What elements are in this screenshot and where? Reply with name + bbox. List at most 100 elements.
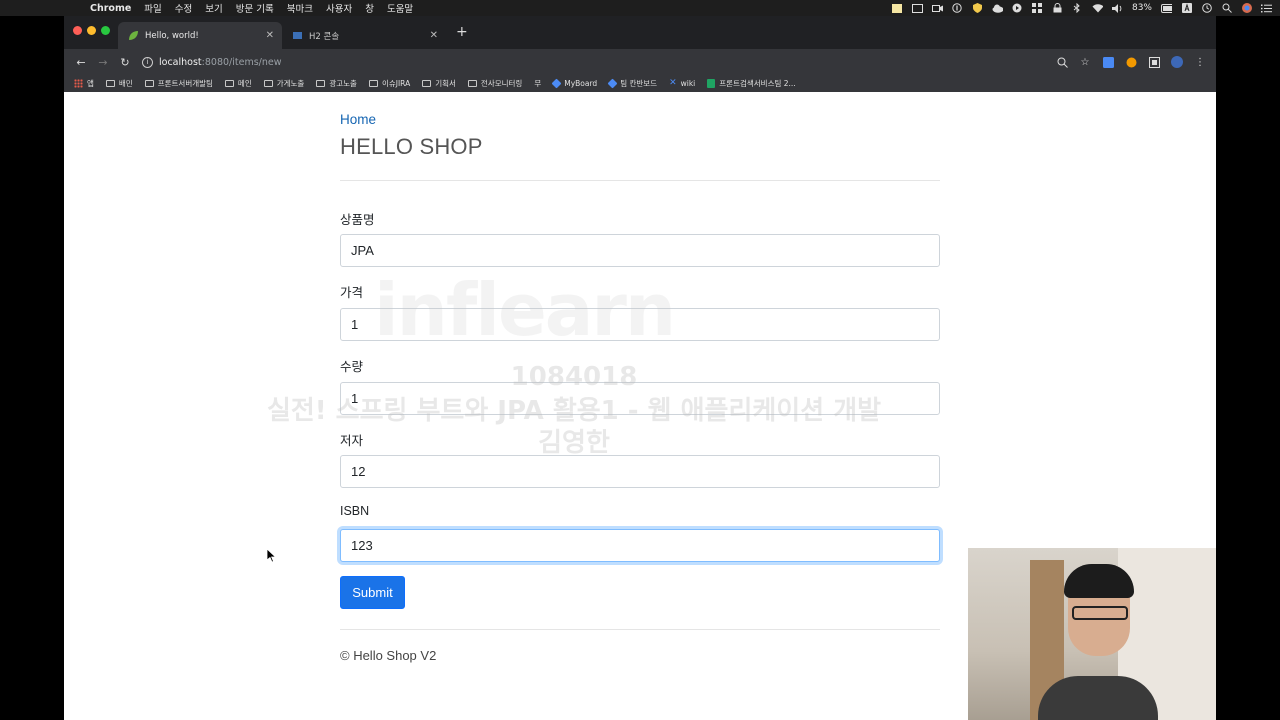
page-title: HELLO SHOP	[340, 134, 483, 159]
price-label: 가격	[340, 286, 364, 300]
bookmark-item[interactable]: ✕ wiki	[669, 78, 695, 89]
menubar-app-name[interactable]: Chrome	[90, 3, 131, 14]
zoom-icon[interactable]	[1056, 56, 1068, 68]
window-zoom-button[interactable]	[101, 26, 110, 35]
folder-icon	[467, 80, 477, 87]
isbn-label: ISBN	[340, 504, 370, 518]
bookmark-item[interactable]: MyBoard	[551, 78, 597, 89]
url-host: localhost	[159, 56, 202, 68]
translate-extension-icon[interactable]	[1102, 56, 1114, 68]
url-path: :8080/items/new	[201, 56, 282, 68]
tab-h2-console[interactable]: H2 콘솔 ✕	[282, 22, 446, 49]
bookmark-item[interactable]: 메인	[224, 78, 252, 89]
menubar-item-history[interactable]: 방문 기록	[236, 1, 274, 15]
notification-center-icon[interactable]	[1261, 3, 1272, 13]
menubar-item-edit[interactable]: 수정	[175, 1, 192, 15]
screen: Chrome 파일 수정 보기 방문 기록 북마크 사용자 창 도움말 83%	[0, 0, 1280, 720]
footer-divider	[340, 629, 940, 630]
cloud-icon[interactable]	[992, 3, 1003, 13]
volume-icon[interactable]	[1111, 3, 1123, 13]
sheets-icon	[707, 79, 716, 88]
user-avatar-icon[interactable]	[1241, 3, 1252, 13]
tab-title: Hello, world!	[145, 30, 199, 41]
wifi-icon[interactable]	[1092, 3, 1103, 13]
submit-button[interactable]: Submit	[340, 576, 405, 609]
author-input[interactable]	[340, 455, 940, 488]
bookmark-item[interactable]: 전사모니터링	[467, 78, 522, 89]
folder-icon	[105, 80, 115, 87]
input-source-icon[interactable]	[1181, 3, 1192, 13]
isbn-input[interactable]	[340, 529, 940, 562]
quantity-input[interactable]	[340, 382, 940, 415]
home-link[interactable]: Home	[340, 112, 376, 127]
author-label: 저자	[340, 434, 364, 448]
menubar-item-window[interactable]: 창	[365, 1, 374, 15]
bluetooth-icon[interactable]	[1072, 3, 1083, 13]
bookmarks-bar: 앱 배민 프론트서버개발팀 메인 가게노출 광고노출 이슈JIRA 기획서 전사…	[64, 75, 1216, 92]
menubar-item-view[interactable]: 보기	[205, 1, 222, 15]
menubar-item-bookmarks[interactable]: 북마크	[287, 1, 313, 15]
tab-title: H2 콘솔	[309, 31, 340, 42]
forward-button[interactable]: →	[92, 56, 114, 69]
bookmark-item[interactable]: 앱	[74, 78, 94, 89]
product-name-label: 상품명	[340, 213, 375, 227]
mouse-cursor-icon	[267, 549, 277, 563]
qr-extension-icon[interactable]	[1148, 56, 1160, 68]
spotlight-search-icon[interactable]	[1221, 3, 1232, 13]
lock-icon[interactable]	[1052, 3, 1063, 13]
bookmark-star-icon[interactable]: ☆	[1079, 56, 1091, 68]
menubar-item-help[interactable]: 도움말	[387, 1, 413, 15]
product-name-input[interactable]	[340, 234, 940, 267]
menubar-status-area: 83%	[892, 3, 1272, 13]
tab-hello-world[interactable]: Hello, world! ✕	[118, 22, 282, 49]
browser-toolbar: ← → ↻ i localhost :8080/items/new ☆ ⋮	[64, 49, 1216, 75]
shield-icon[interactable]	[972, 3, 983, 13]
site-info-icon[interactable]: i	[142, 56, 153, 68]
folder-icon	[422, 80, 432, 87]
note-icon[interactable]	[892, 3, 903, 13]
more-menu-icon[interactable]: ⋮	[1194, 56, 1206, 68]
confluence-icon: ✕	[669, 78, 677, 88]
bookmark-item[interactable]: 프론트서버개발팀	[144, 78, 213, 89]
address-bar[interactable]: i localhost :8080/items/new	[142, 52, 1056, 72]
webcam-presenter-body	[1038, 676, 1158, 720]
clock-icon[interactable]	[1201, 3, 1212, 13]
screen-record-icon[interactable]	[911, 3, 923, 13]
camera-icon[interactable]	[931, 3, 943, 13]
macos-menubar: Chrome 파일 수정 보기 방문 기록 북마크 사용자 창 도움말 83%	[0, 0, 1280, 16]
price-input[interactable]	[340, 308, 940, 341]
folder-icon	[144, 80, 154, 87]
reload-button[interactable]: ↻	[114, 56, 136, 69]
bookmark-item[interactable]: 배민	[105, 78, 133, 89]
jira-icon	[607, 78, 618, 89]
back-button[interactable]: ←	[70, 56, 92, 69]
tab-close-icon[interactable]: ✕	[430, 30, 438, 41]
bookmark-item[interactable]: 팀 칸반보드	[607, 78, 657, 89]
quantity-label: 수량	[340, 360, 364, 374]
app-grid-icon[interactable]	[1032, 3, 1043, 13]
bookmark-item[interactable]: 프론트검색서비스팀 2...	[707, 78, 796, 89]
bookmark-item[interactable]: 무	[534, 78, 541, 89]
extension-orange-icon[interactable]	[1125, 56, 1137, 68]
bookmark-item[interactable]: 광고노출	[316, 78, 357, 89]
profile-avatar-icon[interactable]	[1171, 56, 1183, 68]
webcam-overlay	[968, 548, 1216, 720]
window-minimize-button[interactable]	[87, 26, 96, 35]
bookmark-item[interactable]: 기획서	[422, 78, 456, 89]
jira-icon	[551, 78, 562, 89]
info-icon[interactable]	[952, 3, 963, 13]
h2-icon	[292, 30, 303, 41]
bookmark-item[interactable]: 이슈JIRA	[368, 78, 410, 89]
header-divider	[340, 180, 940, 181]
window-close-button[interactable]	[73, 26, 82, 35]
play-icon[interactable]	[1012, 3, 1023, 13]
tab-close-icon[interactable]: ✕	[266, 30, 274, 41]
new-tab-button[interactable]: +	[456, 25, 468, 39]
folder-icon	[368, 80, 378, 87]
battery-icon[interactable]	[1161, 3, 1172, 13]
footer-text: © Hello Shop V2	[340, 648, 437, 663]
bookmark-item[interactable]: 가게노출	[263, 78, 304, 89]
menubar-item-file[interactable]: 파일	[144, 1, 161, 15]
toolbar-right-icons: ☆ ⋮	[1056, 56, 1206, 68]
menubar-item-people[interactable]: 사용자	[326, 1, 352, 15]
